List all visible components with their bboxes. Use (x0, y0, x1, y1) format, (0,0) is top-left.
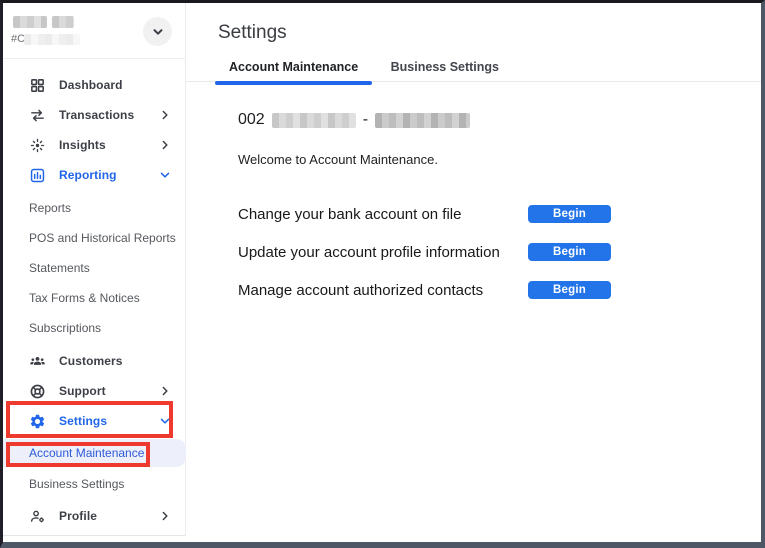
sidebar-subitem-label: Subscriptions (29, 321, 101, 335)
chevron-right-icon (160, 386, 170, 396)
org-id-prefix: #C (11, 33, 25, 45)
customers-group-icon (29, 353, 46, 370)
app-window: #C Dashboard (0, 0, 765, 548)
sidebar-item-statements[interactable]: Statements (3, 253, 186, 283)
tab-account-maintenance[interactable]: Account Maintenance (215, 55, 372, 83)
action-label: Manage account authorized contacts (238, 282, 483, 299)
tab-business-settings[interactable]: Business Settings (377, 55, 513, 83)
org-menu-button[interactable] (143, 17, 172, 46)
sidebar-item-label: Reporting (59, 168, 160, 182)
sidebar-item-label: Transactions (59, 108, 160, 122)
account-separator: - (363, 111, 368, 129)
main-content: Settings Account Maintenance Business Se… (186, 3, 761, 542)
sidebar-item-account-maintenance[interactable]: Account Maintenance (3, 439, 186, 467)
sidebar-item-settings[interactable]: Settings (3, 406, 186, 436)
sidebar-subitem-label: Statements (29, 261, 90, 275)
sidebar-subitem-label: Account Maintenance (29, 446, 144, 460)
transactions-arrows-icon (29, 107, 46, 124)
chevron-down-icon (152, 26, 164, 38)
sidebar-item-label: Settings (59, 414, 160, 428)
action-row-change-bank-account: Change your bank account on file Begin (238, 202, 611, 226)
chevron-down-icon (160, 170, 170, 180)
sidebar-item-label: Profile (59, 509, 160, 523)
sidebar-item-label: Dashboard (59, 78, 170, 92)
org-name-redacted (13, 16, 47, 28)
sidebar-item-label: Customers (59, 354, 170, 368)
action-label: Change your bank account on file (238, 206, 461, 223)
begin-button-update-profile[interactable]: Begin (528, 243, 611, 261)
account-name-redacted (375, 113, 470, 128)
sidebar-item-support[interactable]: Support (3, 376, 186, 406)
sidebar-item-label: Insights (59, 138, 160, 152)
account-number-redacted (272, 113, 356, 128)
org-switcher: #C (3, 3, 185, 59)
sidebar-item-reporting[interactable]: Reporting (3, 160, 186, 190)
page-title: Settings (218, 22, 287, 44)
reporting-chart-icon (29, 167, 46, 184)
begin-button-manage-contacts[interactable]: Begin (528, 281, 611, 299)
sidebar-subitem-label: Tax Forms & Notices (29, 291, 140, 305)
account-header: 002 - (238, 111, 470, 129)
sidebar-item-transactions[interactable]: Transactions (3, 100, 186, 130)
chevron-down-icon (160, 416, 170, 426)
sidebar-item-reports[interactable]: Reports (3, 193, 186, 223)
sidebar-item-profile[interactable]: Profile (3, 501, 186, 531)
sidebar-item-label: Support (59, 384, 160, 398)
profile-person-gear-icon (29, 508, 46, 525)
support-lifering-icon (29, 383, 46, 400)
action-row-update-profile: Update your account profile information … (238, 240, 611, 264)
sidebar: #C Dashboard (3, 3, 186, 536)
org-id-redacted (24, 34, 80, 45)
sidebar-subitem-label: Business Settings (29, 477, 124, 491)
sidebar-subitem-label: POS and Historical Reports (29, 231, 176, 245)
welcome-text: Welcome to Account Maintenance. (238, 152, 438, 167)
begin-button-change-bank-account[interactable]: Begin (528, 205, 611, 223)
action-row-manage-contacts: Manage account authorized contacts Begin (238, 278, 611, 302)
sidebar-subitem-label: Reports (29, 201, 71, 215)
action-label: Update your account profile information (238, 244, 500, 261)
chevron-right-icon (160, 140, 170, 150)
chevron-right-icon (160, 110, 170, 120)
sidebar-item-insights[interactable]: Insights (3, 130, 186, 160)
sidebar-item-subscriptions[interactable]: Subscriptions (3, 313, 186, 343)
settings-gear-icon (29, 413, 46, 430)
account-number-prefix: 002 (238, 111, 265, 129)
dashboard-grid-icon (29, 77, 46, 94)
sidebar-item-pos-historical-reports[interactable]: POS and Historical Reports (3, 223, 186, 253)
sidebar-item-dashboard[interactable]: Dashboard (3, 70, 186, 100)
settings-tabbar: Account Maintenance Business Settings (186, 55, 761, 82)
insights-spark-icon (29, 137, 46, 154)
sidebar-item-customers[interactable]: Customers (3, 346, 186, 376)
sidebar-item-business-settings[interactable]: Business Settings (3, 469, 186, 499)
org-name-redacted (52, 16, 74, 28)
chevron-right-icon (160, 511, 170, 521)
sidebar-item-tax-forms-notices[interactable]: Tax Forms & Notices (3, 283, 186, 313)
